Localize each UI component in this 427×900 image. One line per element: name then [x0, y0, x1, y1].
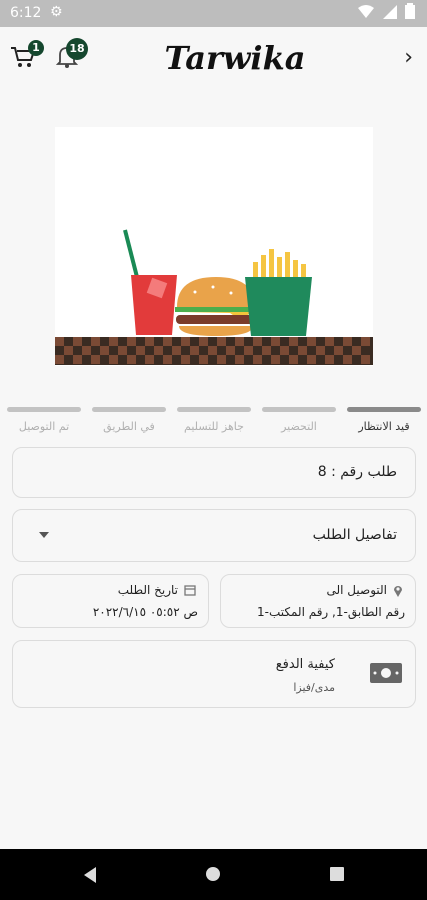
food-illustration — [55, 127, 373, 366]
step-bar — [262, 407, 336, 412]
step-label: التحضير — [281, 420, 317, 433]
status-time: 6:12 — [10, 5, 42, 21]
cash-icon — [370, 663, 402, 683]
payment-method-card: كيفية الدفع مدى/فيزا — [12, 640, 416, 708]
order-number-card: طلب رقم : 8 — [12, 447, 416, 498]
calendar-icon — [184, 585, 196, 596]
step-delivered: تم التوصيل — [7, 407, 81, 433]
step-label: تم التوصيل — [18, 420, 70, 433]
step-bar — [7, 407, 81, 412]
status-icons — [358, 3, 415, 23]
order-number: طلب رقم : 8 — [317, 464, 397, 480]
payment-method: مدى/فيزا — [293, 681, 335, 694]
system-nav-bar — [0, 849, 427, 900]
settings-icon: ⚙ — [50, 4, 63, 20]
delivery-title-row: التوصيل الى — [326, 583, 403, 597]
signal-icon — [382, 5, 397, 19]
order-details-label: تفاصيل الطلب — [312, 527, 397, 543]
order-date-value: ص ٠٥:٥٢ ٢٠٢٢/٦/١٥ — [92, 605, 198, 619]
step-ready: جاهز للتسليم — [177, 407, 251, 433]
notification-count-badge: 18 — [66, 38, 88, 60]
step-on-the-way: في الطريق — [92, 407, 166, 433]
step-preparing: التحضير — [262, 407, 336, 433]
payment-title: كيفية الدفع — [275, 657, 335, 672]
location-pin-icon — [394, 585, 402, 597]
chevron-right-icon[interactable]: › — [404, 45, 413, 70]
step-bar — [347, 407, 421, 412]
delivery-location-value: رقم الطابق-1, رقم المكتب-1 — [256, 605, 405, 619]
delivery-location-card: التوصيل الى رقم الطابق-1, رقم المكتب-1 — [220, 574, 416, 628]
date-title: تاريخ الطلب — [117, 583, 178, 597]
cart-count-badge: 1 — [28, 40, 44, 56]
fast-food-image — [55, 229, 373, 365]
step-bar — [92, 407, 166, 412]
step-bar — [177, 407, 251, 412]
caret-down-icon — [39, 532, 49, 538]
back-icon[interactable] — [84, 867, 96, 883]
battery-icon — [405, 3, 415, 19]
app-logo: Tarwika — [164, 39, 306, 77]
step-pending: قيد الانتظار — [347, 407, 421, 433]
step-label: قيد الانتظار — [358, 420, 410, 433]
app-bar: 1 18 Tarwika › — [0, 27, 427, 89]
order-progress: قيد الانتظار التحضير جاهز للتسليم في الط… — [0, 407, 427, 447]
date-title-row: تاريخ الطلب — [118, 583, 196, 597]
status-bar: 6:12 ⚙ — [0, 0, 427, 27]
home-icon[interactable] — [206, 867, 220, 881]
order-details-dropdown[interactable]: تفاصيل الطلب — [12, 509, 416, 562]
step-label: جاهز للتسليم — [184, 420, 244, 433]
wifi-icon — [358, 5, 375, 18]
delivery-title: التوصيل الى — [326, 583, 387, 597]
order-date-card: تاريخ الطلب ص ٠٥:٥٢ ٢٠٢٢/٦/١٥ — [12, 574, 209, 628]
step-label: في الطريق — [103, 420, 155, 433]
recent-apps-icon[interactable] — [330, 867, 344, 881]
